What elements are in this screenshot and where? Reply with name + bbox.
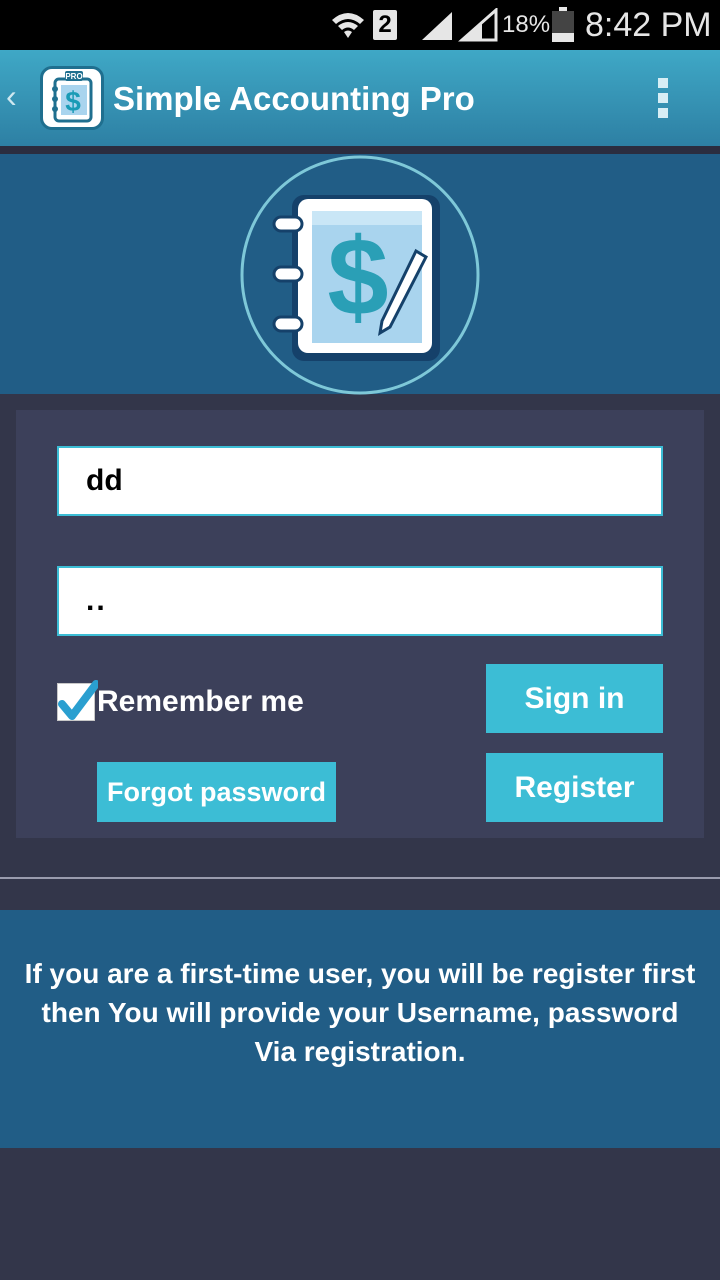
signal-icon [420,0,498,50]
info-box: If you are a first-time user, you will b… [0,910,720,1148]
remember-me-label: Remember me [97,685,304,718]
first-time-user-message: If you are a first-time user, you will b… [24,958,696,1067]
status-bar: 2 18% 8:42 PM [0,0,720,50]
remember-me-checkbox[interactable] [57,680,98,721]
login-panel: Remember me Sign in Register Forgot pass… [16,410,704,838]
password-input[interactable] [57,566,663,636]
sim-slot-indicator: 2 [373,10,397,40]
svg-text:$: $ [65,86,81,117]
app-logo-icon[interactable]: $ PRO [40,66,104,130]
svg-text:$: $ [327,216,388,339]
back-chevron-icon[interactable]: ‹ [6,78,17,115]
wifi-icon [330,0,366,50]
clock: 8:42 PM [585,5,712,44]
accounting-book-logo-icon: $ [240,155,480,395]
forgot-password-button[interactable]: Forgot password [97,762,336,822]
checkmark-icon [58,680,98,720]
sign-in-button[interactable]: Sign in [486,664,663,733]
app-title: Simple Accounting Pro [113,80,475,117]
action-bar-divider [0,146,720,154]
hero-banner: $ [0,154,720,395]
register-button[interactable]: Register [486,753,663,822]
overflow-menu-icon[interactable] [656,78,670,122]
battery-percent: 18% [502,11,551,38]
battery-icon [551,0,575,50]
svg-text:PRO: PRO [65,72,82,81]
section-divider [0,877,720,879]
action-bar: ‹ $ PRO Simple Accounting Pro [0,50,720,148]
remember-me-toggle[interactable]: Remember me [57,680,304,722]
username-input[interactable] [57,446,663,516]
